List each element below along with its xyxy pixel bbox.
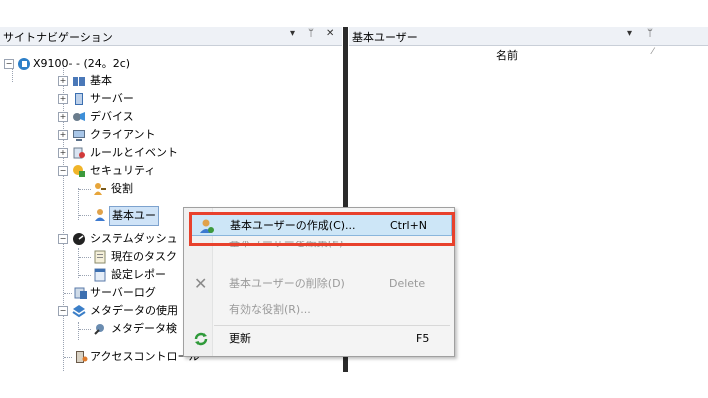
pin-icon[interactable]: ᛘ <box>647 28 653 39</box>
server-globe-icon <box>18 58 30 70</box>
tree-item-basic[interactable]: + 基本 <box>0 72 300 90</box>
task-icon <box>94 250 106 264</box>
menu-item-label: 基本ユーザーの削除(D) <box>229 277 345 290</box>
tree-item-label: 基本ユー <box>109 206 159 226</box>
expand-icon[interactable]: + <box>58 148 68 158</box>
basic-user-icon <box>95 209 105 221</box>
tree-item-label: 設定レポー <box>111 268 166 281</box>
server-icon <box>75 93 83 105</box>
tree-item-rules-events[interactable]: + ルールとイベント <box>0 144 300 162</box>
access-control-icon <box>76 351 88 363</box>
highlight-annotation <box>189 212 455 246</box>
tree-item-root[interactable]: − X9100- - (24。2c) <box>0 55 340 73</box>
pane-dropdown-icon[interactable]: ▾ <box>290 28 295 39</box>
column-name-label: 名前 <box>496 49 518 62</box>
metadata-icon <box>72 305 86 318</box>
tree-item-label: メタデータの使用 <box>90 304 178 317</box>
collapse-icon[interactable]: − <box>58 306 68 316</box>
right-pane-titlebar: 基本ユーザー ▾ ᛘ <box>349 27 708 46</box>
column-header-name[interactable]: 名前 ⁄ <box>350 46 670 62</box>
expand-icon[interactable]: + <box>58 76 68 86</box>
menu-item-effective-roles[interactable]: 有効な役割(R)... <box>184 299 452 321</box>
tree-item-roles[interactable]: 役割 <box>0 180 300 198</box>
delete-icon: ✕ <box>194 274 208 293</box>
right-pane-title: 基本ユーザー <box>352 31 418 44</box>
tree-item-label: セキュリティ <box>90 164 156 177</box>
tree-item-label: ルールとイベント <box>90 146 178 159</box>
pin-icon[interactable]: ᛘ <box>308 28 314 39</box>
menu-item-label: 更新 <box>229 332 251 345</box>
tree-item-label: システムダッシュ <box>90 232 178 245</box>
expand-icon[interactable]: + <box>58 112 68 122</box>
tree-item-label: 現在のタスク <box>111 250 177 263</box>
menu-separator <box>214 325 450 326</box>
close-icon[interactable]: ✕ <box>326 28 334 39</box>
left-pane-title: サイトナビゲーション <box>3 31 113 44</box>
devices-icon <box>73 112 85 121</box>
tree-item-label: X9100- - (24。2c) <box>33 57 131 70</box>
menu-item-shortcut: F5 <box>416 332 430 345</box>
dashboard-icon <box>73 233 85 245</box>
metadata-search-icon <box>94 324 104 335</box>
tree-item-label: サーバー <box>90 92 134 105</box>
tree-item-label: サーバーログ <box>90 286 156 299</box>
pane-dropdown-icon[interactable]: ▾ <box>627 28 632 39</box>
refresh-icon <box>194 332 208 346</box>
sort-icon: ⁄ <box>652 47 654 57</box>
tree-item-label: クライアント <box>90 128 156 141</box>
expand-icon[interactable]: + <box>58 130 68 140</box>
tree-item-servers[interactable]: + サーバー <box>0 90 300 108</box>
collapse-icon[interactable]: − <box>4 59 14 69</box>
menu-item-refresh[interactable]: 更新 F5 <box>184 328 452 350</box>
report-icon <box>94 268 106 282</box>
expand-icon[interactable]: + <box>58 94 68 104</box>
role-icon <box>94 183 106 195</box>
collapse-icon[interactable]: − <box>58 234 68 244</box>
tree-item-label: 役割 <box>111 182 133 195</box>
log-icon <box>74 287 87 299</box>
menu-item-shortcut: Delete <box>389 277 426 290</box>
menu-item-delete-basic-user[interactable]: ✕ 基本ユーザーの削除(D) Delete <box>184 273 452 295</box>
tree-item-label: デバイス <box>90 110 134 123</box>
tree-item-devices[interactable]: + デバイス <box>0 108 300 126</box>
tree-item-clients[interactable]: + クライアント <box>0 126 300 144</box>
tree-item-security[interactable]: − セキュリティ <box>0 162 300 180</box>
client-icon <box>73 130 85 141</box>
rules-icon <box>73 147 85 159</box>
security-icon <box>73 165 85 177</box>
tree-item-label: 基本 <box>90 74 112 87</box>
menu-item-label: 有効な役割(R)... <box>229 303 311 316</box>
tree-item-label: メタデータ検 <box>111 322 177 335</box>
collapse-icon[interactable]: − <box>58 166 68 176</box>
left-pane-titlebar: サイトナビゲーション ▾ ᛘ ✕ <box>0 27 342 46</box>
book-icon <box>73 77 85 86</box>
